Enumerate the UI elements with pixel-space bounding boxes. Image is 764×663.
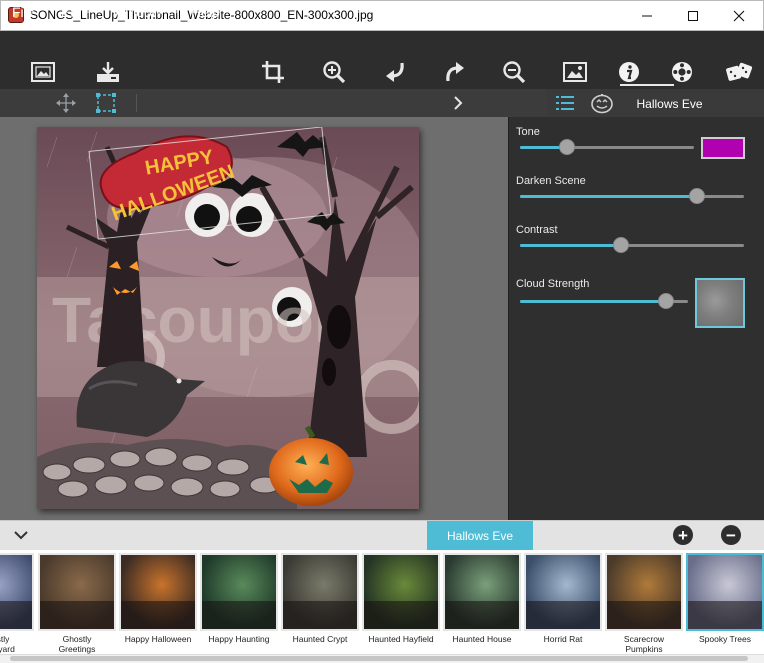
darken-slider[interactable] [520, 187, 744, 205]
scene-strip-bar [0, 520, 764, 550]
active-tab-indicator [620, 84, 674, 86]
scene-thumbnail-label: Ghostly Graveyard [0, 634, 15, 654]
menu-window[interactable]: Window [112, 4, 162, 20]
open-image-icon [31, 62, 55, 82]
contrast-label: Contrast [516, 224, 558, 236]
settings-icon [672, 62, 692, 82]
minimize-icon [642, 15, 652, 16]
zoom-out-button[interactable] [500, 58, 528, 86]
cloud-strength-slider[interactable] [520, 292, 688, 310]
list-icon[interactable] [556, 95, 574, 111]
scene-thumbnail-label: Haunted House [452, 634, 512, 644]
redo-icon [446, 62, 464, 82]
info-icon [619, 62, 639, 82]
settings-button[interactable] [668, 58, 696, 86]
thumbnail-art [526, 601, 600, 629]
thumbnail-art [0, 601, 32, 629]
watermark-text: Tacoupon [52, 284, 353, 356]
dice-icon [726, 62, 753, 81]
menu-edit[interactable]: Edit [61, 4, 85, 20]
close-button[interactable] [716, 1, 762, 30]
canvas-tool-bar [0, 89, 547, 117]
thumbnail-art [445, 601, 519, 629]
thumbnail-art [364, 601, 438, 629]
thumbnail-art [121, 601, 195, 629]
scene-thumbnail-ghostly-graveyard[interactable] [0, 553, 34, 631]
open-image-button[interactable] [29, 58, 57, 86]
redo-button[interactable] [441, 58, 469, 86]
thumbnail-art [688, 601, 762, 629]
scene-image[interactable]: Tacoupon HAPPY HALLOWEEN [37, 127, 419, 509]
zoom-in-icon [323, 61, 346, 84]
scene-thumbnail-haunted-house[interactable] [443, 553, 521, 631]
scene-thumbnail-happy-halloween[interactable] [119, 553, 197, 631]
scene-thumbnail-label: Scarecrow Pumpkins [623, 634, 665, 654]
picture-icon [563, 62, 587, 82]
scene-thumbnail-label: Ghostly Greetings [58, 634, 96, 654]
zoom-in-button[interactable] [320, 58, 348, 86]
select-frame-icon[interactable] [96, 93, 116, 113]
scene-thumbnail-ghostly-greetings[interactable] [38, 553, 116, 631]
scene-thumbnail-list: Ghostly Graveyard Ghostly Greetings Happy … [0, 550, 764, 654]
scene-thumbnail-label: Happy Halloween [124, 634, 192, 644]
info-button[interactable] [615, 58, 643, 86]
thumbnail-art [283, 601, 357, 629]
scene-thumbnail-spooky-trees[interactable] [686, 553, 764, 631]
remove-scene-button[interactable]: − [721, 525, 741, 545]
menu-help[interactable]: Help [191, 4, 220, 20]
scene-thumbnail-horrid-rat[interactable] [524, 553, 602, 631]
cloud-texture-swatch[interactable] [695, 278, 745, 328]
menu-file[interactable]: File [12, 4, 35, 20]
maximize-button[interactable] [670, 1, 716, 30]
add-scene-button[interactable]: + [673, 525, 693, 545]
undo-icon [386, 62, 404, 82]
scene-illustration: Tacoupon HAPPY HALLOWEEN [37, 127, 419, 509]
thumbnail-art [40, 601, 114, 629]
cloud-track-fill [520, 300, 666, 303]
scene-thumbnail-label: Haunted Crypt [292, 634, 348, 644]
darken-knob[interactable] [689, 188, 705, 204]
minimize-button[interactable] [624, 1, 670, 30]
contrast-knob[interactable] [613, 237, 629, 253]
scene-thumbnail-haunted-hayfield[interactable] [362, 553, 440, 631]
crop-button[interactable] [259, 58, 287, 86]
divider [136, 94, 137, 112]
menu-bar [0, 31, 764, 55]
tone-color-swatch[interactable] [701, 137, 745, 159]
scene-thumbnail-happy-haunting[interactable] [200, 553, 278, 631]
pumpkin-face-icon[interactable] [590, 92, 614, 114]
tone-label: Tone [516, 126, 540, 138]
dice-button[interactable] [725, 58, 753, 86]
scene-tab-hallows-eve[interactable]: Hallows Eve [427, 521, 533, 550]
contrast-slider[interactable] [520, 236, 744, 254]
save-icon [97, 62, 119, 82]
chevron-down-icon[interactable] [14, 530, 28, 540]
crop-icon [262, 61, 284, 83]
scene-thumbnail-label: Horrid Rat [543, 634, 583, 644]
thumbnail-art [607, 601, 681, 629]
move-icon[interactable] [56, 93, 76, 113]
cloud-strength-label: Cloud Strength [516, 278, 590, 290]
darken-track-fill [520, 195, 697, 198]
scene-thumbnail-haunted-crypt[interactable] [281, 553, 359, 631]
maximize-icon [688, 10, 698, 21]
contrast-track-fill [520, 244, 621, 247]
cloud-knob[interactable] [658, 293, 674, 309]
save-button[interactable] [94, 58, 122, 86]
scene-thumbnail-label: Haunted Hayfield [368, 634, 434, 644]
picture-button[interactable] [561, 58, 589, 86]
scene-thumbnail-label: Spooky Trees [699, 634, 751, 644]
tone-slider[interactable] [520, 138, 694, 156]
tone-knob[interactable] [559, 139, 575, 155]
darken-label: Darken Scene [516, 175, 586, 187]
scene-title: Hallows Eve [636, 97, 703, 111]
thumbnail-art [202, 601, 276, 629]
undo-button[interactable] [381, 58, 409, 86]
scene-thumbnail-scarecrow-pumpkins[interactable] [605, 553, 683, 631]
zoom-out-icon [503, 61, 526, 84]
scrollbar-thumb[interactable] [10, 656, 748, 661]
chevron-right-icon[interactable] [452, 96, 464, 110]
close-icon [733, 10, 745, 21]
scene-thumbnail-label: Happy Haunting [208, 634, 270, 644]
